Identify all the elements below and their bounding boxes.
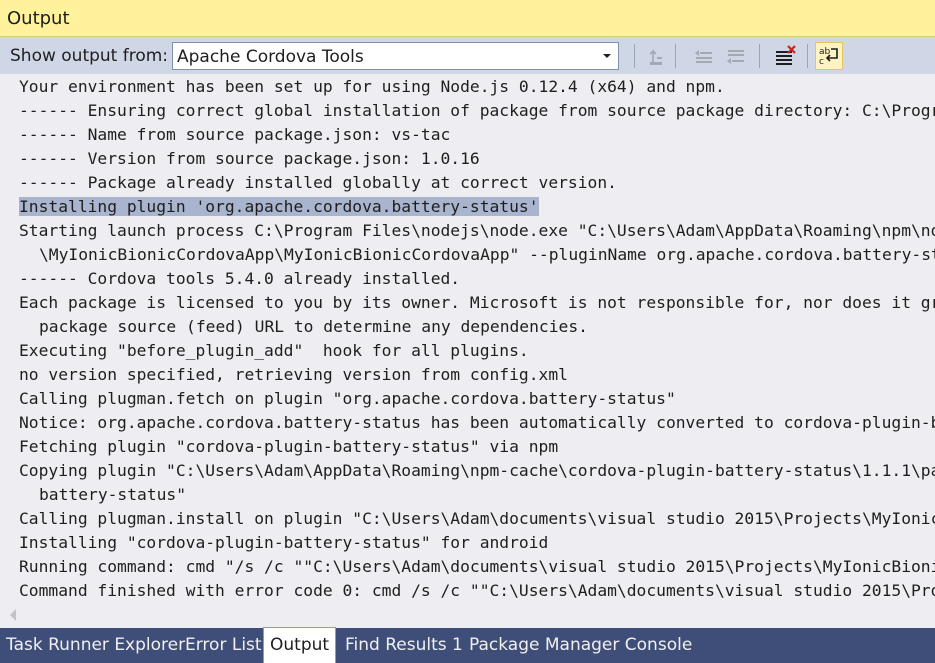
toggle-word-wrap-icon: ab c — [816, 47, 842, 73]
output-source-value: Apache Cordova Tools — [177, 47, 364, 67]
next-message-button[interactable] — [722, 42, 750, 70]
output-line-text: ------ Version from source package.json:… — [19, 149, 480, 168]
output-line: Fetching plugin "cordova-plugin-battery-… — [19, 435, 558, 459]
output-line-text: battery-status" — [39, 485, 187, 504]
output-line: ------ Version from source package.json:… — [19, 147, 480, 171]
output-line-text: package source (feed) URL to determine a… — [39, 317, 588, 336]
output-line-text: ------ Ensuring correct global installat… — [19, 101, 935, 120]
output-line: Copying plugin "C:\Users\Adam\AppData\Ro… — [19, 459, 935, 483]
output-line-text: no version specified, retrieving version… — [19, 365, 568, 384]
output-line-text: Your environment has been set up for usi… — [19, 77, 725, 96]
output-line-text: Installing plugin 'org.apache.cordova.ba… — [19, 197, 539, 216]
output-line-text: \MyIonicBionicCordovaApp\MyIonicBionicCo… — [39, 245, 935, 264]
tab-package-manager-console[interactable]: Package Manager Console — [463, 628, 698, 663]
output-line: Starting launch process C:\Program Files… — [19, 219, 935, 243]
output-line: battery-status" — [39, 483, 186, 507]
output-line-text: ------ Cordova tools 5.4.0 already insta… — [19, 269, 461, 288]
svg-text:c: c — [819, 57, 824, 67]
output-line: package source (feed) URL to determine a… — [39, 315, 588, 339]
toggle-word-wrap-button[interactable]: ab c — [815, 42, 843, 70]
output-line-text: ------ Package already installed globall… — [19, 173, 617, 192]
bottom-tab-strip: Task Runner Explorer Error List Output Find… — [0, 627, 935, 663]
output-line-text: Running command: cmd "/s /c ""C:\Users\A… — [19, 557, 935, 576]
find-message-in-code-icon — [642, 49, 670, 74]
clear-all-button[interactable] — [771, 42, 799, 70]
output-line: ------ Name from source package.json: vs… — [19, 123, 450, 147]
output-line: Installing "cordova-plugin-battery-statu… — [19, 531, 548, 555]
output-line: Your environment has been set up for usi… — [19, 75, 725, 99]
scroll-left-arrow-icon[interactable] — [8, 607, 18, 626]
output-line-text: Fetching plugin "cordova-plugin-battery-… — [19, 437, 559, 456]
output-line-text: Command finished with error code 0: cmd … — [19, 581, 935, 600]
output-line: Command finished with error code 0: cmd … — [19, 579, 935, 603]
horizontal-scrollbar[interactable] — [0, 604, 935, 624]
output-line-text: Notice: org.apache.cordova.battery-statu… — [19, 413, 935, 432]
output-line-selected: Installing plugin 'org.apache.cordova.ba… — [19, 195, 539, 219]
tool-window-title: Output — [7, 8, 70, 29]
previous-message-button[interactable] — [690, 42, 718, 70]
tab-error-list[interactable]: Error List — [179, 628, 268, 663]
output-line-text: Starting launch process C:\Program Files… — [19, 221, 935, 240]
dropdown-arrow-icon[interactable] — [596, 43, 618, 69]
toolbar-separator — [634, 44, 635, 68]
find-message-in-code-button[interactable] — [642, 42, 670, 70]
output-line-text: Installing "cordova-plugin-battery-statu… — [19, 533, 549, 552]
output-line-text: Each package is licensed to you by its o… — [19, 293, 935, 312]
output-line: Notice: org.apache.cordova.battery-statu… — [19, 411, 935, 435]
previous-message-icon — [690, 50, 718, 74]
toolbar-separator — [675, 44, 676, 68]
output-line: Each package is licensed to you by its o… — [19, 291, 935, 315]
output-source-dropdown[interactable]: Apache Cordova Tools — [172, 42, 619, 70]
output-line: Calling plugman.install on plugin "C:\Us… — [19, 507, 935, 531]
tool-window-title-bar[interactable]: Output — [0, 0, 935, 37]
tab-output[interactable]: Output — [263, 627, 337, 663]
output-line: ------ Ensuring correct global installat… — [19, 99, 935, 123]
output-line-text: Copying plugin "C:\Users\Adam\AppData\Ro… — [19, 461, 935, 480]
output-line: ------ Package already installed globall… — [19, 171, 617, 195]
output-toolbar: Show output from: Apache Cordova Tools a… — [0, 37, 935, 74]
output-line-text: Calling plugman.install on plugin "C:\Us… — [19, 509, 935, 528]
toolbar-separator — [759, 44, 760, 68]
tab-find-results-1[interactable]: Find Results 1 — [339, 628, 469, 663]
output-line: no version specified, retrieving version… — [19, 363, 568, 387]
clear-all-icon — [771, 45, 799, 74]
output-text-pane[interactable]: Your environment has been set up for usi… — [0, 74, 935, 628]
output-line: \MyIonicBionicCordovaApp\MyIonicBionicCo… — [39, 243, 935, 267]
output-line: Executing "before_plugin_add" hook for a… — [19, 339, 529, 363]
output-line: Calling plugman.fetch on plugin "org.apa… — [19, 387, 676, 411]
output-line-text: Executing "before_plugin_add" hook for a… — [19, 341, 529, 360]
show-output-from-label: Show output from: — [10, 46, 169, 66]
output-line: ------ Cordova tools 5.4.0 already insta… — [19, 267, 460, 291]
output-line-text: Calling plugman.fetch on plugin "org.apa… — [19, 389, 676, 408]
next-message-icon — [722, 50, 750, 74]
output-line-text: ------ Name from source package.json: vs… — [19, 125, 451, 144]
output-line: Running command: cmd "/s /c ""C:\Users\A… — [19, 555, 935, 579]
tab-task-runner-explorer[interactable]: Task Runner Explorer — [0, 628, 191, 663]
toolbar-separator — [807, 44, 808, 68]
